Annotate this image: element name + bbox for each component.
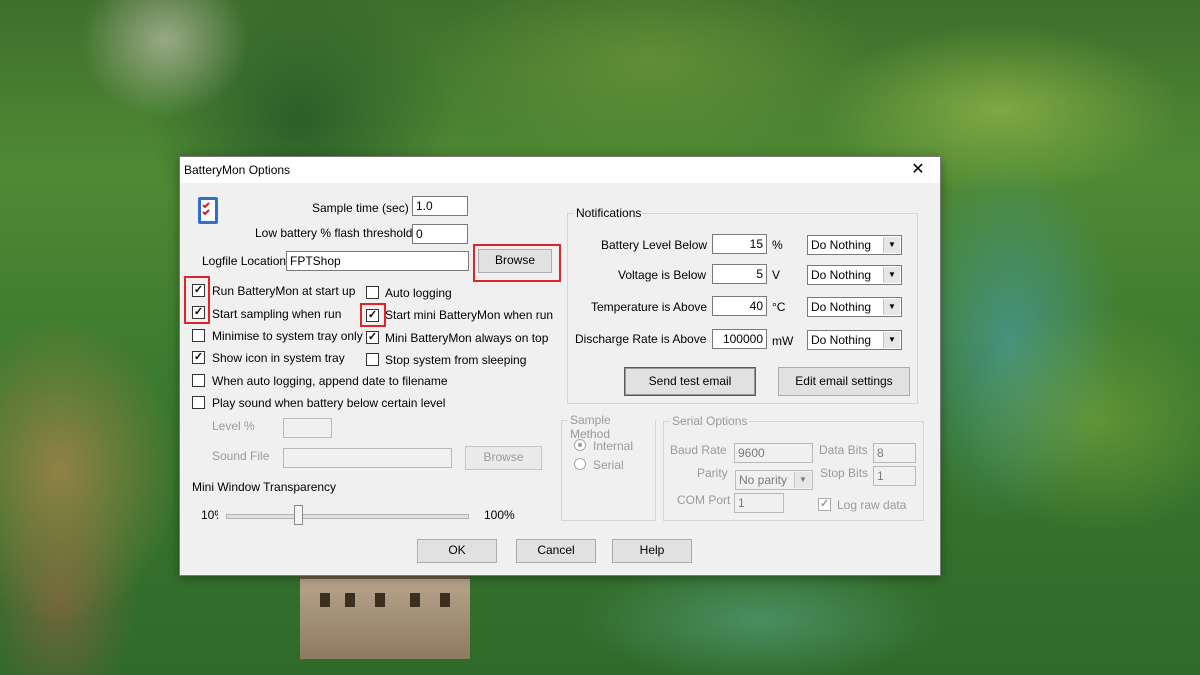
highlight-box xyxy=(184,276,210,324)
show-icon-tray-checkbox[interactable]: ✓ xyxy=(192,351,205,364)
serial-options-legend: Serial Options xyxy=(670,414,750,428)
chevron-down-icon: ▼ xyxy=(883,332,900,348)
wallpaper-house xyxy=(300,576,470,659)
play-sound-label: Play sound when battery below certain le… xyxy=(212,396,446,410)
sound-file-input[interactable] xyxy=(283,448,452,468)
voltage-unit: V xyxy=(772,268,781,282)
minimise-tray-label: Minimise to system tray only xyxy=(212,329,363,343)
highlight-box xyxy=(473,244,561,282)
append-date-checkbox[interactable] xyxy=(192,374,205,387)
serial-label: Serial xyxy=(593,458,624,472)
transparency-max-label: 100% xyxy=(484,508,515,522)
send-test-email-button[interactable]: Send test email xyxy=(624,367,756,396)
baud-rate-input[interactable]: 9600 xyxy=(734,443,813,463)
battery-level-label: Battery Level Below xyxy=(601,238,708,252)
level-percent-input[interactable] xyxy=(283,418,332,438)
play-sound-checkbox[interactable] xyxy=(192,396,205,409)
serial-radio[interactable] xyxy=(574,458,586,470)
low-battery-threshold-label: Low battery % flash threshold xyxy=(255,226,413,240)
com-port-input[interactable]: 1 xyxy=(734,493,784,513)
data-bits-label: Data Bits xyxy=(819,443,868,457)
data-bits-input[interactable]: 8 xyxy=(873,443,916,463)
discharge-rate-input[interactable]: 100000 xyxy=(712,329,767,349)
batterymon-app-icon xyxy=(198,197,218,224)
parity-select[interactable]: No parity ▼ xyxy=(735,470,813,490)
transparency-slider-thumb[interactable] xyxy=(294,505,304,525)
discharge-rate-action-select[interactable]: Do Nothing ▼ xyxy=(807,330,902,350)
append-date-label: When auto logging, append date to filena… xyxy=(212,374,448,388)
voltage-label: Voltage is Below xyxy=(618,268,707,282)
chevron-down-icon: ▼ xyxy=(883,237,900,253)
stop-bits-input[interactable]: 1 xyxy=(873,466,916,486)
title-bar: BatteryMon Options ✕ xyxy=(180,157,940,183)
temperature-action-value: Do Nothing xyxy=(811,300,872,314)
sample-time-label: Sample time (sec) xyxy=(312,201,409,215)
stop-bits-label: Stop Bits xyxy=(820,466,869,480)
transparency-label: Mini Window Transparency xyxy=(192,480,337,494)
battery-level-unit: % xyxy=(772,238,783,252)
batterymon-options-dialog: BatteryMon Options ✕ Sample time (sec) 1… xyxy=(179,156,941,576)
discharge-rate-action-value: Do Nothing xyxy=(811,333,872,347)
battery-level-action-select[interactable]: Do Nothing ▼ xyxy=(807,235,902,255)
low-battery-threshold-input[interactable]: 0 xyxy=(412,224,468,244)
logfile-location-input[interactable]: FPTShop xyxy=(286,251,469,271)
mini-on-top-checkbox[interactable]: ✓ xyxy=(366,331,379,344)
temperature-input[interactable]: 40 xyxy=(712,296,767,316)
parity-value: No parity xyxy=(739,473,788,487)
log-raw-data-checkbox[interactable]: ✓ xyxy=(818,498,831,511)
battery-level-input[interactable]: 15 xyxy=(712,234,767,254)
transparency-track[interactable] xyxy=(226,514,469,519)
cancel-button[interactable]: Cancel xyxy=(516,539,596,563)
log-raw-data-label: Log raw data xyxy=(837,498,907,512)
discharge-rate-label: Discharge Rate is Above xyxy=(575,332,707,346)
battery-level-action-value: Do Nothing xyxy=(811,238,872,252)
parity-label: Parity xyxy=(697,466,728,480)
stop-sleeping-checkbox[interactable] xyxy=(366,353,379,366)
show-icon-tray-label: Show icon in system tray xyxy=(212,351,345,365)
chevron-down-icon: ▼ xyxy=(883,299,900,315)
temperature-label: Temperature is Above xyxy=(591,300,708,314)
mini-on-top-label: Mini BatteryMon always on top xyxy=(385,331,549,345)
level-percent-label: Level % xyxy=(212,419,255,433)
auto-logging-checkbox[interactable] xyxy=(366,286,379,299)
sound-browse-button[interactable]: Browse xyxy=(465,446,542,470)
notifications-legend: Notifications xyxy=(574,206,644,220)
voltage-action-value: Do Nothing xyxy=(811,268,872,282)
stop-sleeping-label: Stop system from sleeping xyxy=(385,353,527,367)
edit-email-settings-button[interactable]: Edit email settings xyxy=(778,367,910,396)
temperature-unit: °C xyxy=(772,300,786,314)
help-button[interactable]: Help xyxy=(612,539,692,563)
highlight-box xyxy=(360,303,386,327)
internal-label: Internal xyxy=(593,439,634,453)
sound-file-label: Sound File xyxy=(212,449,270,463)
sample-method-legend: Sample Method xyxy=(568,413,655,441)
transparency-min-label: 10% xyxy=(201,508,218,522)
chevron-down-icon: ▼ xyxy=(794,472,811,488)
discharge-rate-unit: mW xyxy=(772,334,794,348)
voltage-input[interactable]: 5 xyxy=(712,264,767,284)
ok-button[interactable]: OK xyxy=(417,539,497,563)
minimise-tray-checkbox[interactable] xyxy=(192,329,205,342)
logfile-location-label: Logfile Location xyxy=(202,254,287,268)
start-mini-label: Start mini BatteryMon when run xyxy=(385,308,554,322)
com-port-label: COM Port xyxy=(677,493,731,507)
close-icon[interactable]: ✕ xyxy=(898,157,938,183)
baud-rate-label: Baud Rate xyxy=(670,443,727,457)
window-title: BatteryMon Options xyxy=(184,163,291,177)
voltage-action-select[interactable]: Do Nothing ▼ xyxy=(807,265,902,285)
auto-logging-label: Auto logging xyxy=(385,286,452,300)
internal-radio[interactable] xyxy=(574,439,586,451)
temperature-action-select[interactable]: Do Nothing ▼ xyxy=(807,297,902,317)
start-sampling-label: Start sampling when run xyxy=(212,307,342,321)
run-at-startup-label: Run BatteryMon at start up xyxy=(212,284,356,298)
sample-time-input[interactable]: 1.0 xyxy=(412,196,468,216)
chevron-down-icon: ▼ xyxy=(883,267,900,283)
